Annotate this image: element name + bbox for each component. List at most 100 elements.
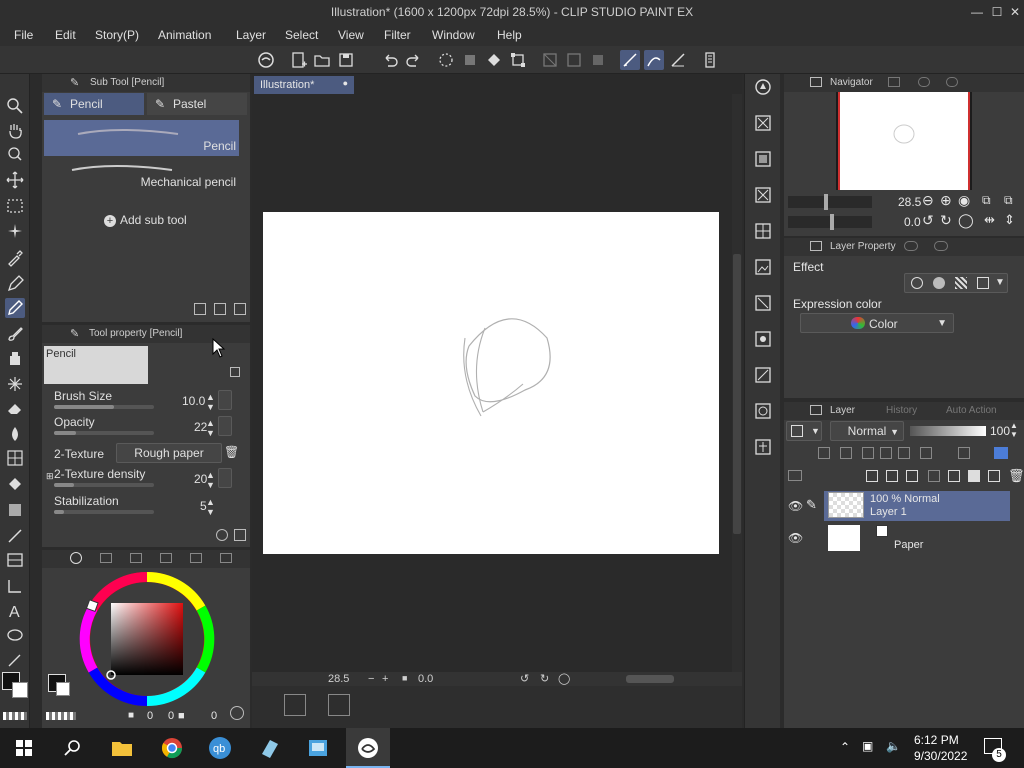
pencil-tool-icon[interactable] xyxy=(5,298,25,318)
navigator-zoom-value[interactable]: 28.5 xyxy=(898,195,921,209)
ruler-icon[interactable] xyxy=(5,576,25,596)
invert-selection-icon[interactable] xyxy=(564,50,584,70)
pen-icon[interactable] xyxy=(5,274,25,294)
draft-layer-icon[interactable] xyxy=(862,447,874,459)
layer-color-select[interactable]: ▼ xyxy=(786,421,822,441)
material-grid-icon[interactable] xyxy=(752,220,774,242)
stabilization-slider[interactable] xyxy=(54,510,154,514)
menu-view[interactable]: View xyxy=(338,28,364,42)
material-3d-icon[interactable] xyxy=(752,292,774,314)
subview-tab-icon[interactable] xyxy=(888,77,900,87)
windows-start-icon[interactable] xyxy=(10,734,38,762)
expression-color-select[interactable]: Color ▼ xyxy=(800,313,954,333)
new-vector-layer-icon[interactable] xyxy=(886,470,898,482)
balloon-icon[interactable] xyxy=(5,626,25,646)
brush-size-value[interactable]: 10.0 xyxy=(182,394,205,408)
navigator-rotate-right-icon[interactable]: ↻ xyxy=(940,212,952,229)
approximate-color-tab-icon[interactable] xyxy=(190,553,202,563)
navigator-fit-window-icon[interactable]: ⧉ xyxy=(1004,193,1013,208)
delete-layer-icon[interactable]: 🗑 xyxy=(1008,468,1024,484)
brush-size-slider[interactable] xyxy=(54,405,154,409)
rotate-right-icon[interactable]: ↻ xyxy=(540,672,549,685)
settings-icon[interactable] xyxy=(234,529,246,541)
layer-color-toggle-icon[interactable] xyxy=(994,447,1008,459)
transparent-color-swatch[interactable] xyxy=(3,712,27,720)
reset-icon[interactable] xyxy=(216,529,228,541)
correct-line-icon[interactable] xyxy=(5,650,25,670)
stabilization-stepper[interactable]: ▲ ▼ xyxy=(206,497,215,517)
ruler-layer-icon[interactable] xyxy=(958,447,970,459)
text-icon[interactable]: A xyxy=(5,600,25,621)
layer-menu-icon[interactable] xyxy=(788,470,802,481)
minimize-button[interactable]: — xyxy=(968,3,986,21)
fill-tool-icon[interactable] xyxy=(5,448,25,468)
tab-auto-action[interactable]: Auto Action xyxy=(946,405,997,416)
info-tab-icon[interactable] xyxy=(918,77,930,87)
menu-story[interactable]: Story(P) xyxy=(95,28,139,42)
menu-filter[interactable]: Filter xyxy=(384,28,411,42)
undo-icon[interactable] xyxy=(380,50,400,70)
operation-icon[interactable] xyxy=(5,144,25,164)
color-wheel[interactable] xyxy=(76,568,218,710)
tone-effect-icon[interactable] xyxy=(955,277,967,289)
eye-icon[interactable]: 👁 xyxy=(788,499,803,513)
drawing-canvas[interactable] xyxy=(263,212,719,554)
material-palette-icon[interactable] xyxy=(752,112,774,134)
selection-off-icon[interactable] xyxy=(540,50,560,70)
hand-icon[interactable] xyxy=(5,120,25,140)
color-slider-tab-icon[interactable] xyxy=(100,553,112,563)
chevron-down-icon[interactable]: ▼ xyxy=(995,277,1005,288)
menu-animation[interactable]: Animation xyxy=(158,28,211,42)
layer-opacity-value[interactable]: 100 xyxy=(990,424,1010,438)
border-effect-icon[interactable] xyxy=(911,277,923,289)
extract-line-icon[interactable] xyxy=(933,277,945,289)
rotate-left-icon[interactable]: ↺ xyxy=(520,672,529,685)
lock-layer-icon[interactable] xyxy=(880,447,892,459)
angle-value[interactable]: 0.0 xyxy=(418,673,433,685)
color-swatch-pair[interactable] xyxy=(48,674,72,698)
deselect-icon[interactable] xyxy=(588,50,608,70)
transform-icon[interactable] xyxy=(508,50,528,70)
transparent-swatch[interactable] xyxy=(46,712,76,720)
app-icon[interactable] xyxy=(256,734,284,762)
layer-color-icon[interactable] xyxy=(977,277,989,289)
clock-time[interactable]: 6:12 PM xyxy=(914,733,959,747)
new-file-icon[interactable] xyxy=(288,50,308,70)
create-sub-tool-icon[interactable] xyxy=(214,303,226,315)
tab-close-icon[interactable]: ● xyxy=(343,78,348,88)
layer-row[interactable]: 👁 Paper xyxy=(784,523,1024,553)
zoom-out-icon[interactable]: − xyxy=(368,673,374,685)
brush-size-stepper[interactable]: ▲ ▼ xyxy=(206,392,215,412)
close-button[interactable]: ✕ xyxy=(1006,3,1024,21)
snap-grid-icon[interactable] xyxy=(668,50,688,70)
network-icon[interactable]: ▣ xyxy=(862,739,873,753)
maximize-button[interactable]: ☐ xyxy=(988,3,1006,21)
qbittorrent-icon[interactable]: qb xyxy=(206,734,234,762)
layer-row[interactable]: 👁 ✎ 100 % Normal Layer 1 xyxy=(784,491,1024,521)
material-manga-icon[interactable] xyxy=(752,400,774,422)
tab-layer[interactable]: Layer xyxy=(830,405,855,416)
zoom-value[interactable]: 28.5 xyxy=(328,673,349,685)
navigator-preview[interactable] xyxy=(836,92,972,190)
volume-icon[interactable]: 🔈 xyxy=(886,739,901,753)
material-pattern-icon[interactable] xyxy=(752,364,774,386)
color-wheel-tab-icon[interactable] xyxy=(70,552,82,564)
search-icon[interactable] xyxy=(58,734,86,762)
document-tab[interactable]: Illustration* ● xyxy=(254,76,354,94)
color-set-tab-icon[interactable] xyxy=(130,553,142,563)
material-character-icon[interactable] xyxy=(752,436,774,458)
loading-icon[interactable] xyxy=(436,50,456,70)
brush-size-pressure-button[interactable] xyxy=(218,390,232,410)
material-image-icon[interactable] xyxy=(752,256,774,278)
navigator-flip-vertical-icon[interactable]: ⇕ xyxy=(1004,212,1015,228)
blend-mode-select[interactable]: Normal ▼ xyxy=(830,421,904,441)
snap-special-ruler-icon[interactable] xyxy=(644,50,664,70)
frame-icon[interactable] xyxy=(328,694,350,716)
file-explorer-icon[interactable] xyxy=(108,734,136,762)
show-hidden-icons[interactable]: ⌃ xyxy=(840,740,850,754)
opacity-slider[interactable] xyxy=(54,431,154,435)
intermediate-color-tab-icon[interactable] xyxy=(160,553,172,563)
mask-layer-icon[interactable] xyxy=(968,470,980,482)
horizontal-scroll-thumb[interactable] xyxy=(626,675,674,683)
color-tab-icon[interactable] xyxy=(934,241,948,251)
